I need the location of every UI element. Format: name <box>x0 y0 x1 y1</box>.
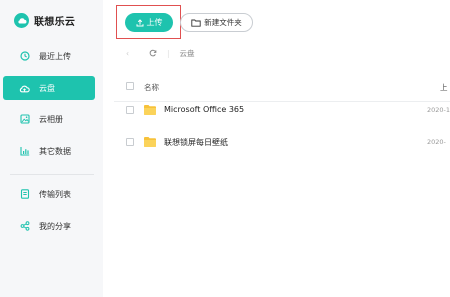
brand: 联想乐云 <box>14 13 75 28</box>
sidebar-item-transfers[interactable]: 传输列表 <box>3 182 95 206</box>
select-all-checkbox[interactable] <box>126 82 134 90</box>
folder-icon <box>144 137 156 147</box>
upload-icon <box>136 18 144 27</box>
sidebar-item-label: 传输列表 <box>39 189 71 199</box>
breadcrumb: ‹ | 云盘 <box>126 47 195 59</box>
image-icon <box>19 114 30 125</box>
sidebar-item-label: 最近上传 <box>39 51 71 61</box>
sidebar-item-label: 云盘 <box>39 83 55 93</box>
new-folder-button-label: 新建文件夹 <box>204 18 242 27</box>
chart-icon <box>19 146 30 157</box>
row-checkbox[interactable] <box>126 138 134 146</box>
folder-icon <box>144 105 156 115</box>
sidebar-item-other-data[interactable]: 其它数据 <box>3 139 95 163</box>
breadcrumb-current[interactable]: 云盘 <box>180 48 195 59</box>
row-date: 2020- <box>427 138 446 146</box>
sidebar-item-cloud-disk[interactable]: 云盘 <box>3 76 95 100</box>
column-header-name[interactable]: 名称 <box>144 82 159 93</box>
list-icon <box>19 189 30 200</box>
row-checkbox[interactable] <box>126 106 134 114</box>
cloud-logo-icon <box>14 13 29 28</box>
sidebar-item-label: 其它数据 <box>39 146 71 156</box>
new-folder-button[interactable]: 新建文件夹 <box>180 13 253 32</box>
sidebar-item-label: 我的分享 <box>39 221 71 231</box>
column-header-date[interactable]: 上 <box>440 82 448 93</box>
row-name: Microsoft Office 365 <box>164 105 245 114</box>
sidebar-divider <box>10 174 94 175</box>
table-row[interactable]: Microsoft Office 365 2020-1 <box>114 99 450 121</box>
upload-button[interactable]: 上传 <box>125 13 173 32</box>
upload-button-label: 上传 <box>146 18 163 27</box>
row-date: 2020-1 <box>427 106 450 114</box>
sidebar: 联想乐云 最近上传 云盘 云相册 其它数据 传输列表 我的分享 <box>0 0 103 297</box>
cloud-icon <box>19 83 30 94</box>
folder-outline-icon <box>191 19 201 27</box>
table-row[interactable]: 联想锁屏每日壁纸 2020- <box>114 131 450 153</box>
refresh-icon[interactable] <box>149 49 157 57</box>
share-icon <box>19 221 30 232</box>
sidebar-item-my-shares[interactable]: 我的分享 <box>3 214 95 238</box>
sidebar-item-recent[interactable]: 最近上传 <box>3 44 95 68</box>
breadcrumb-separator: | <box>167 48 170 58</box>
back-arrow-icon[interactable]: ‹ <box>126 49 136 58</box>
row-name: 联想锁屏每日壁纸 <box>164 138 228 147</box>
sidebar-item-photos[interactable]: 云相册 <box>3 107 95 131</box>
table-header: 名称 上 <box>114 72 450 102</box>
sidebar-item-label: 云相册 <box>39 114 63 124</box>
app-name: 联想乐云 <box>34 17 76 28</box>
clock-icon <box>19 51 30 62</box>
